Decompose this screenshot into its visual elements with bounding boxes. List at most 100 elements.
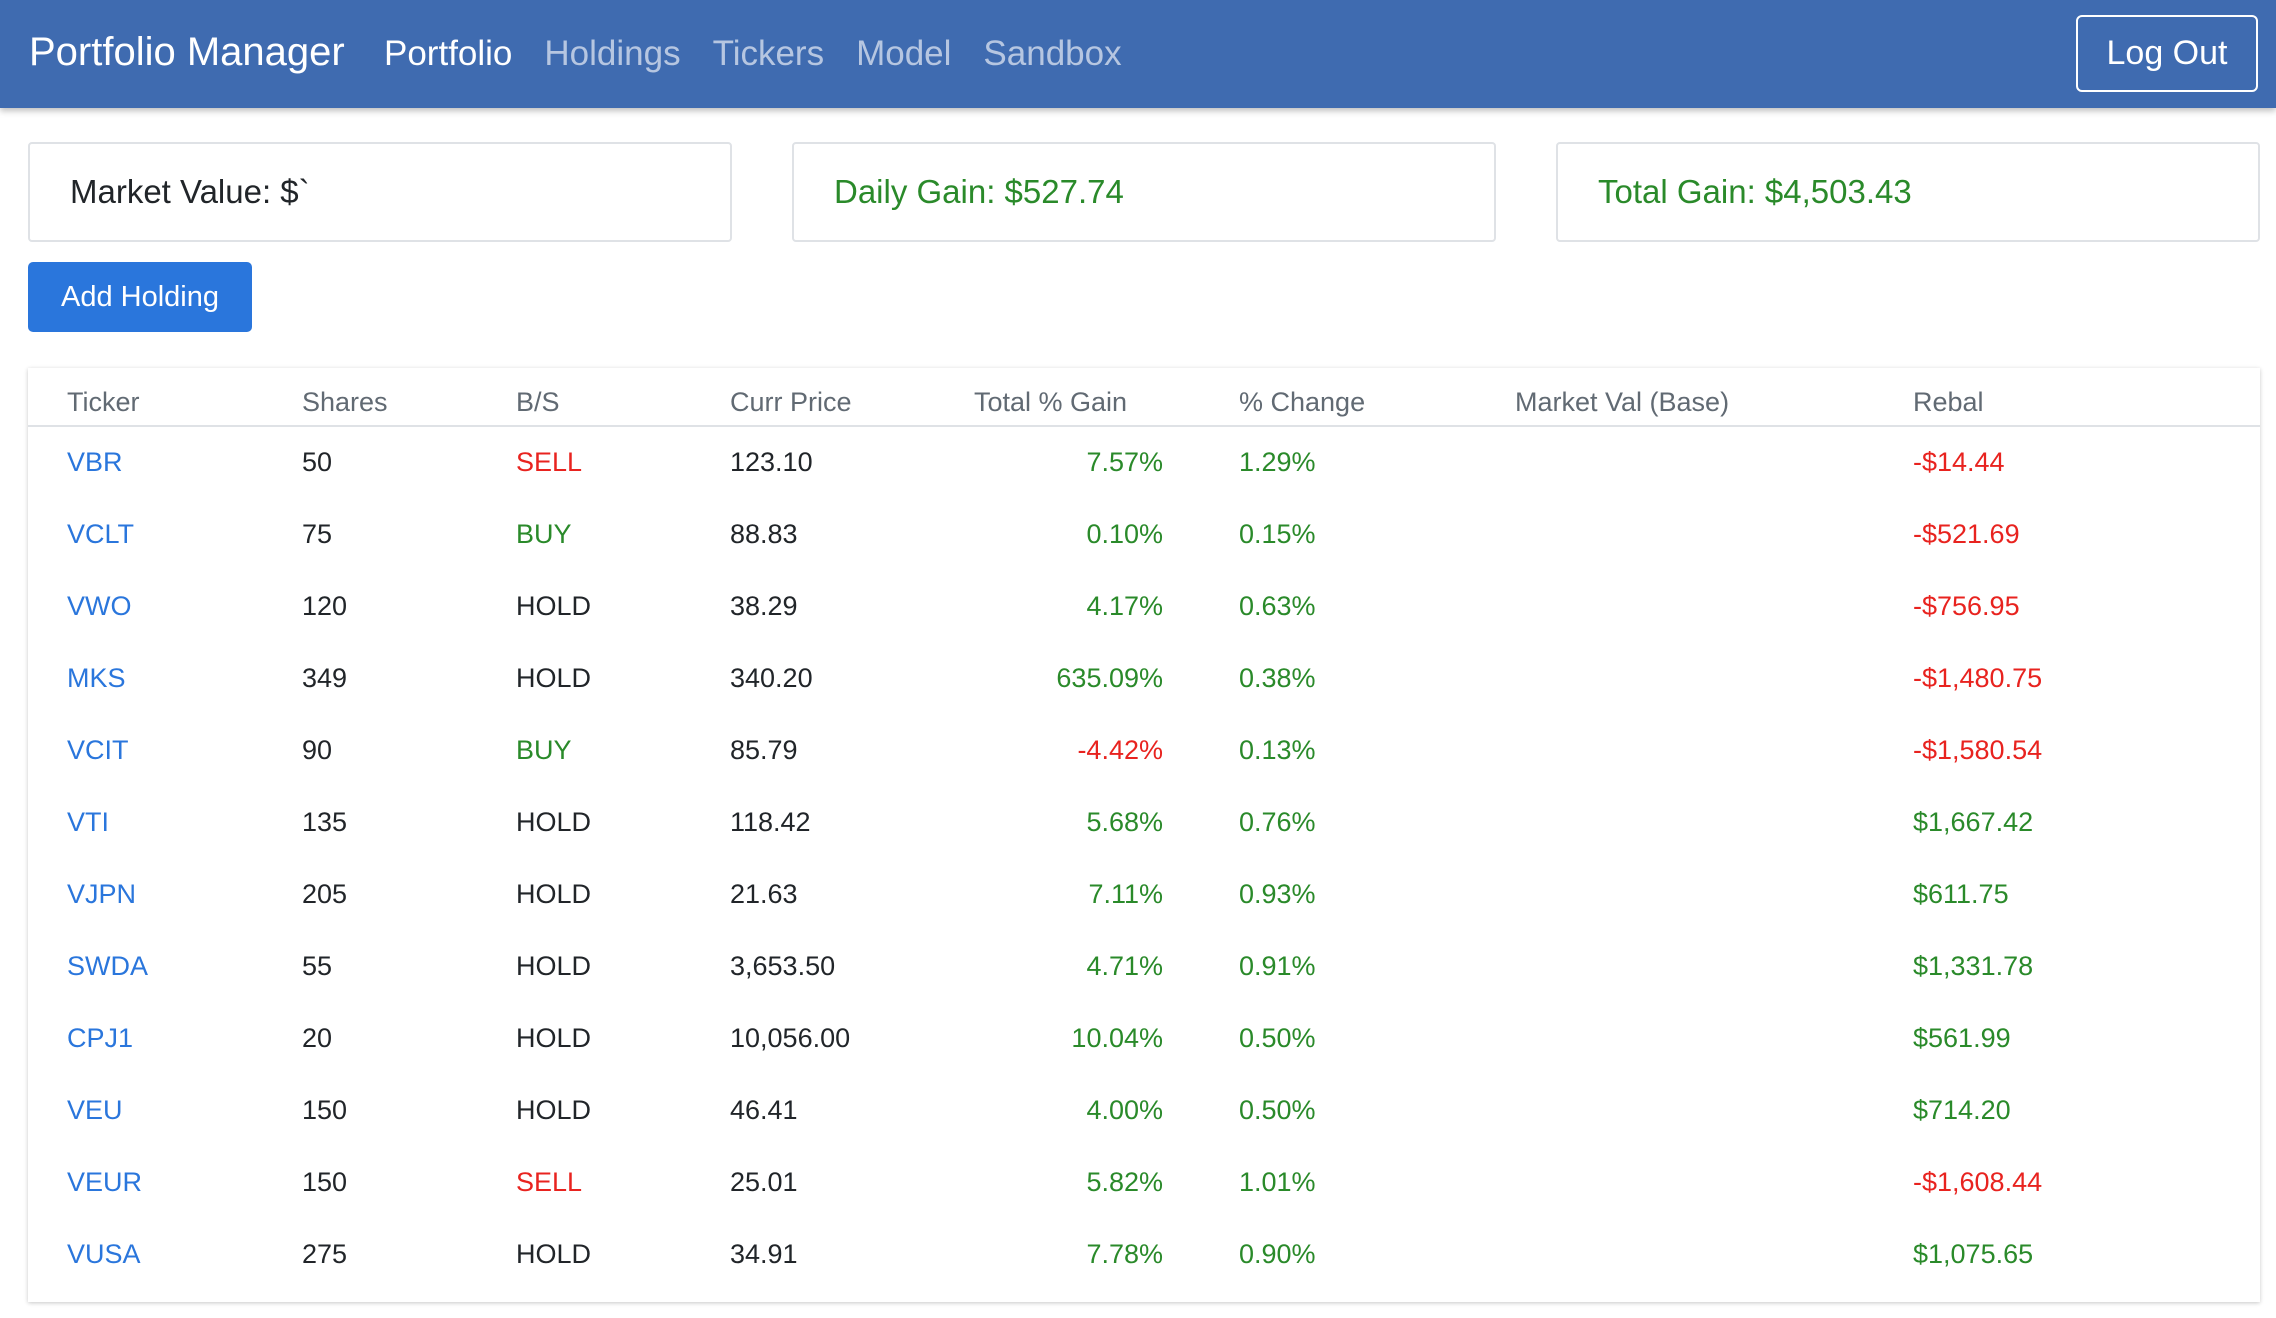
- nav-link-model[interactable]: Model: [856, 26, 951, 82]
- daily-gain-text: Daily Gain: $527.74: [834, 173, 1124, 210]
- header-rebal[interactable]: Rebal: [1913, 368, 2260, 427]
- cell-bs: HOLD: [516, 878, 592, 909]
- header-bs[interactable]: B/S: [516, 368, 730, 427]
- cell-rebal: -$756.95: [1913, 590, 2020, 621]
- holdings-table: Ticker Shares B/S Curr Price Total % Gai…: [28, 368, 2260, 1290]
- cell-shares: 120: [302, 590, 348, 621]
- cell-rebal: -$521.69: [1913, 518, 2020, 549]
- cell-bs: BUY: [516, 518, 572, 549]
- table-row[interactable]: VEUR 150 SELL 25.01 5.82% 1.01% -$1,608.44: [28, 1146, 2260, 1218]
- cell-market-val: [1515, 1074, 1913, 1146]
- cell-price: 123.10: [730, 447, 813, 477]
- cell-price: 85.79: [730, 734, 798, 765]
- table-row[interactable]: VWO 120 HOLD 38.29 4.17% 0.63% -$756.95: [28, 570, 2260, 642]
- cell-change: 0.50%: [1239, 1022, 1316, 1053]
- cell-bs: HOLD: [516, 662, 592, 693]
- cell-ticker[interactable]: VEU: [28, 1074, 302, 1146]
- cell-ticker[interactable]: CPJ1: [28, 1002, 302, 1074]
- brand-title[interactable]: Portfolio Manager: [29, 24, 345, 80]
- cell-change: 0.13%: [1239, 734, 1316, 765]
- add-holding-button[interactable]: Add Holding: [28, 262, 252, 332]
- logout-button[interactable]: Log Out: [2076, 15, 2258, 92]
- table-body: VBR 50 SELL 123.10 7.57% 1.29% -$14.44 VCLT 75 BU…: [28, 426, 2260, 1290]
- cell-price: 21.63: [730, 878, 798, 909]
- cell-price: 88.83: [730, 518, 798, 549]
- cell-price: 3,653.50: [730, 950, 836, 981]
- header-market-val[interactable]: Market Val (Base): [1515, 368, 1913, 427]
- cell-spacer: [1163, 858, 1239, 930]
- cell-rebal: -$14.44: [1913, 447, 2005, 477]
- table-row[interactable]: MKS 349 HOLD 340.20 635.09% 0.38% -$1,480.75: [28, 642, 2260, 714]
- cell-ticker[interactable]: VEUR: [28, 1146, 302, 1218]
- table-row[interactable]: VTI 135 HOLD 118.42 5.68% 0.76% $1,667.42: [28, 786, 2260, 858]
- cell-spacer: [1163, 1074, 1239, 1146]
- cell-ticker[interactable]: VJPN: [28, 858, 302, 930]
- cell-change: 0.90%: [1239, 1238, 1316, 1269]
- cell-ticker[interactable]: MKS: [28, 642, 302, 714]
- cell-ticker[interactable]: VTI: [28, 786, 302, 858]
- cell-spacer: [1163, 570, 1239, 642]
- nav-link-tickers[interactable]: Tickers: [713, 26, 824, 82]
- header-price[interactable]: Curr Price: [730, 368, 974, 427]
- cell-spacer: [1163, 498, 1239, 570]
- cell-market-val: [1515, 930, 1913, 1002]
- header-total-gain[interactable]: Total % Gain: [974, 368, 1163, 427]
- cell-bs: HOLD: [516, 590, 592, 621]
- cell-total-gain: 4.00%: [1086, 1094, 1163, 1125]
- cell-ticker[interactable]: VWO: [28, 570, 302, 642]
- cell-ticker[interactable]: VBR: [28, 426, 302, 498]
- cell-total-gain: 5.82%: [1086, 1166, 1163, 1197]
- cell-spacer: [1163, 1002, 1239, 1074]
- table-row[interactable]: VCIT 90 BUY 85.79 -4.42% 0.13% -$1,580.54: [28, 714, 2260, 786]
- nav-links: Portfolio Holdings Tickers Model Sandbox: [384, 26, 1154, 82]
- cell-shares: 55: [302, 950, 333, 981]
- cell-total-gain: 635.09%: [1056, 662, 1163, 693]
- cell-ticker[interactable]: VCIT: [28, 714, 302, 786]
- cell-price: 25.01: [730, 1166, 798, 1197]
- table-row[interactable]: VEU 150 HOLD 46.41 4.00% 0.50% $714.20: [28, 1074, 2260, 1146]
- cell-spacer: [1163, 1218, 1239, 1290]
- cell-ticker[interactable]: VUSA: [28, 1218, 302, 1290]
- cell-change: 0.76%: [1239, 806, 1316, 837]
- table-row[interactable]: VBR 50 SELL 123.10 7.57% 1.29% -$14.44: [28, 426, 2260, 498]
- table-row[interactable]: CPJ1 20 HOLD 10,056.00 10.04% 0.50% $561.99: [28, 1002, 2260, 1074]
- cell-total-gain: 4.17%: [1086, 590, 1163, 621]
- cell-shares: 135: [302, 806, 348, 837]
- cell-ticker[interactable]: VCLT: [28, 498, 302, 570]
- cell-rebal: $561.99: [1913, 1022, 2011, 1053]
- cell-shares: 275: [302, 1238, 348, 1269]
- cell-price: 46.41: [730, 1094, 798, 1125]
- cell-market-val: [1515, 1218, 1913, 1290]
- cell-rebal: -$1,480.75: [1913, 662, 2043, 693]
- header-ticker[interactable]: Ticker: [28, 368, 302, 427]
- cell-market-val: [1515, 1002, 1913, 1074]
- table-row[interactable]: VCLT 75 BUY 88.83 0.10% 0.15% -$521.69: [28, 498, 2260, 570]
- cell-rebal: $1,075.65: [1913, 1238, 2034, 1269]
- nav-link-portfolio[interactable]: Portfolio: [384, 26, 512, 82]
- cell-total-gain: 4.71%: [1086, 950, 1163, 981]
- cell-spacer: [1163, 1146, 1239, 1218]
- cell-market-val: [1515, 498, 1913, 570]
- cell-spacer: [1163, 714, 1239, 786]
- cell-shares: 20: [302, 1022, 333, 1053]
- table-row[interactable]: VUSA 275 HOLD 34.91 7.78% 0.90% $1,075.65: [28, 1218, 2260, 1290]
- nav-link-sandbox[interactable]: Sandbox: [983, 26, 1121, 82]
- table-row[interactable]: VJPN 205 HOLD 21.63 7.11% 0.93% $611.75: [28, 858, 2260, 930]
- nav-link-holdings[interactable]: Holdings: [544, 26, 680, 82]
- cell-bs: BUY: [516, 734, 572, 765]
- cell-price: 340.20: [730, 662, 813, 693]
- cell-change: 0.50%: [1239, 1094, 1316, 1125]
- daily-gain-card: Daily Gain: $527.74: [792, 142, 1496, 242]
- cell-change: 0.15%: [1239, 518, 1316, 549]
- header-spacer: [1163, 368, 1239, 427]
- cell-spacer: [1163, 786, 1239, 858]
- cell-shares: 90: [302, 734, 333, 765]
- cell-total-gain: 7.78%: [1086, 1238, 1163, 1269]
- table-row[interactable]: SWDA 55 HOLD 3,653.50 4.71% 0.91% $1,331.78: [28, 930, 2260, 1002]
- cell-bs: HOLD: [516, 1022, 592, 1053]
- header-change[interactable]: % Change: [1239, 368, 1515, 427]
- cell-price: 34.91: [730, 1238, 798, 1269]
- cell-price: 38.29: [730, 590, 798, 621]
- header-shares[interactable]: Shares: [302, 368, 516, 427]
- cell-ticker[interactable]: SWDA: [28, 930, 302, 1002]
